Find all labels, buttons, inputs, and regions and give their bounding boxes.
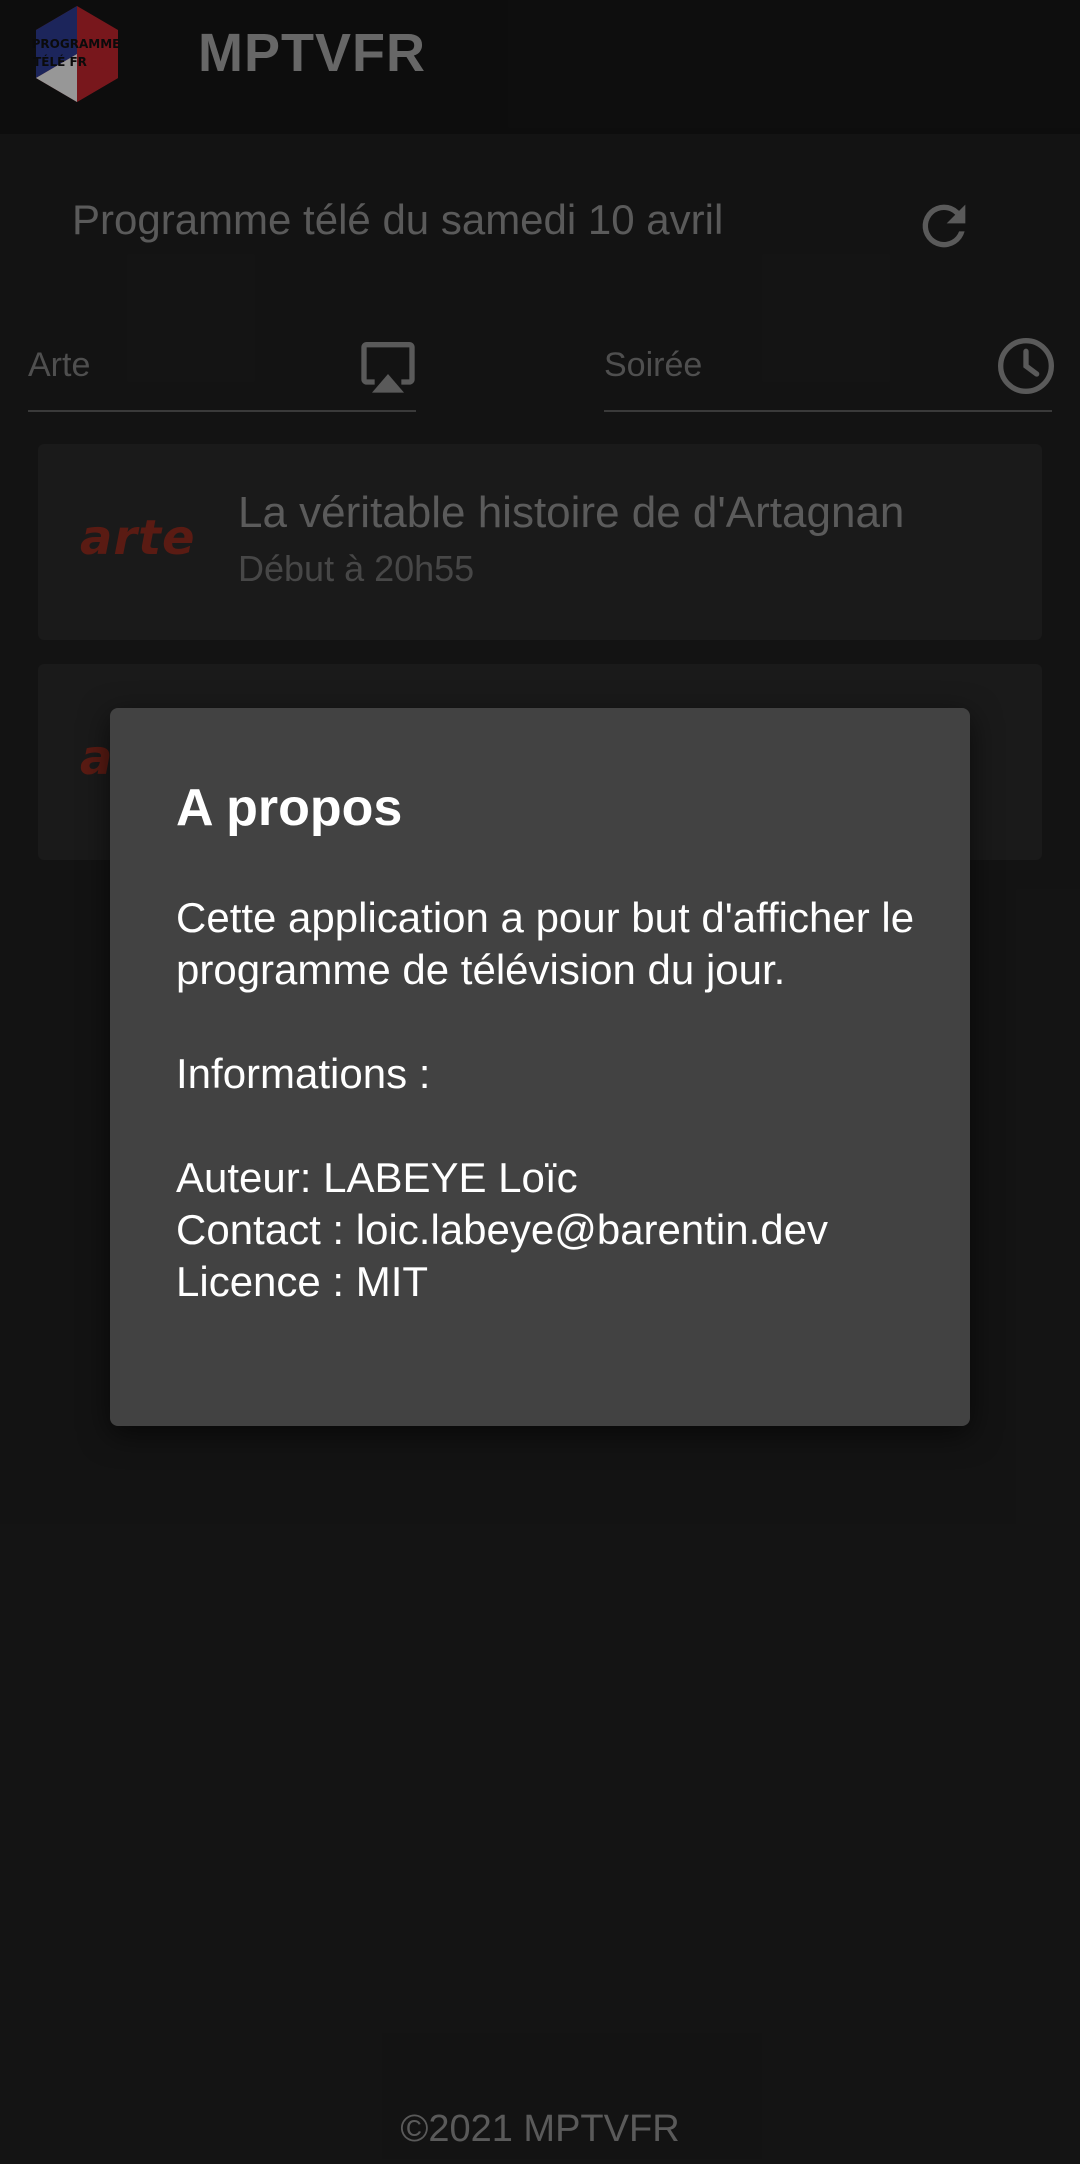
dialog-author: Auteur: LABEYE Loïc (176, 1154, 578, 1201)
about-dialog: A propos Cette application a pour but d'… (110, 708, 970, 1426)
dialog-spacer (176, 1100, 936, 1152)
dialog-info-heading: Informations : (176, 1050, 431, 1097)
dialog-body: Cette application a pour but d'afficher … (176, 892, 936, 1308)
dialog-contact: Contact : loic.labeye@barentin.dev (176, 1206, 829, 1253)
dialog-license: Licence : MIT (176, 1258, 429, 1305)
dialog-title: A propos (176, 779, 403, 837)
dialog-description: Cette application a pour but d'afficher … (176, 894, 915, 993)
dialog-spacer (176, 996, 936, 1048)
